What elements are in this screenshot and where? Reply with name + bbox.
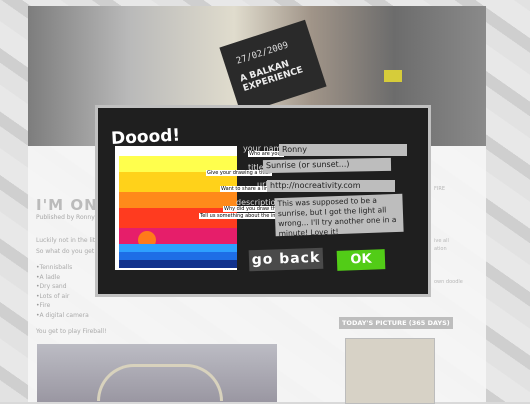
go-back-button[interactable]: go back (248, 247, 324, 272)
sidebar-faint-text: ive all (434, 238, 449, 244)
list-item: Lots of air (36, 293, 89, 303)
title-field[interactable]: Sunrise (or sunset...) (262, 157, 392, 174)
sidebar-faint-text: FIRE (434, 186, 445, 192)
list-item: A ladle (36, 274, 89, 284)
list-item: Dry sand (36, 283, 89, 293)
svg-text:Doood!: Doood! (111, 125, 181, 146)
list-item: Fire (36, 302, 89, 312)
list-item: Tennisballs (36, 264, 89, 274)
post-photo (37, 344, 277, 402)
doood-logo: Doood! (111, 125, 181, 146)
title-hint: Give your drawing a title! (206, 170, 272, 176)
name-field[interactable]: Ronny (279, 144, 407, 156)
post-paragraph-3: You get to play Fireball! (36, 328, 107, 335)
sidebar-faint-text: own doodle (434, 279, 463, 285)
sidebar-photo[interactable] (345, 338, 435, 404)
sidebar-heading: TODAY'S PICTURE (365 DAYS) (339, 317, 453, 329)
sidebar-faint-text: ation (434, 246, 447, 252)
post-list: Tennisballs A ladle Dry sand Lots of air… (36, 264, 89, 321)
doodle-drawing (115, 146, 237, 270)
url-field[interactable]: http://nocreativity.com (267, 180, 395, 192)
post-paragraph-1: Luckily not in the lite (36, 237, 99, 244)
banner-sign: 27/02/2009 A BALKAN EXPERIENCE (219, 19, 327, 115)
post-paragraph-2: So what do you get w (36, 248, 102, 255)
bridge-shape (97, 364, 223, 401)
ok-button[interactable]: OK (336, 249, 386, 271)
banner-taxi (384, 70, 402, 82)
list-item: A digital camera (36, 312, 89, 322)
description-field[interactable]: This was supposed to be a sunrise, but I… (274, 193, 404, 238)
